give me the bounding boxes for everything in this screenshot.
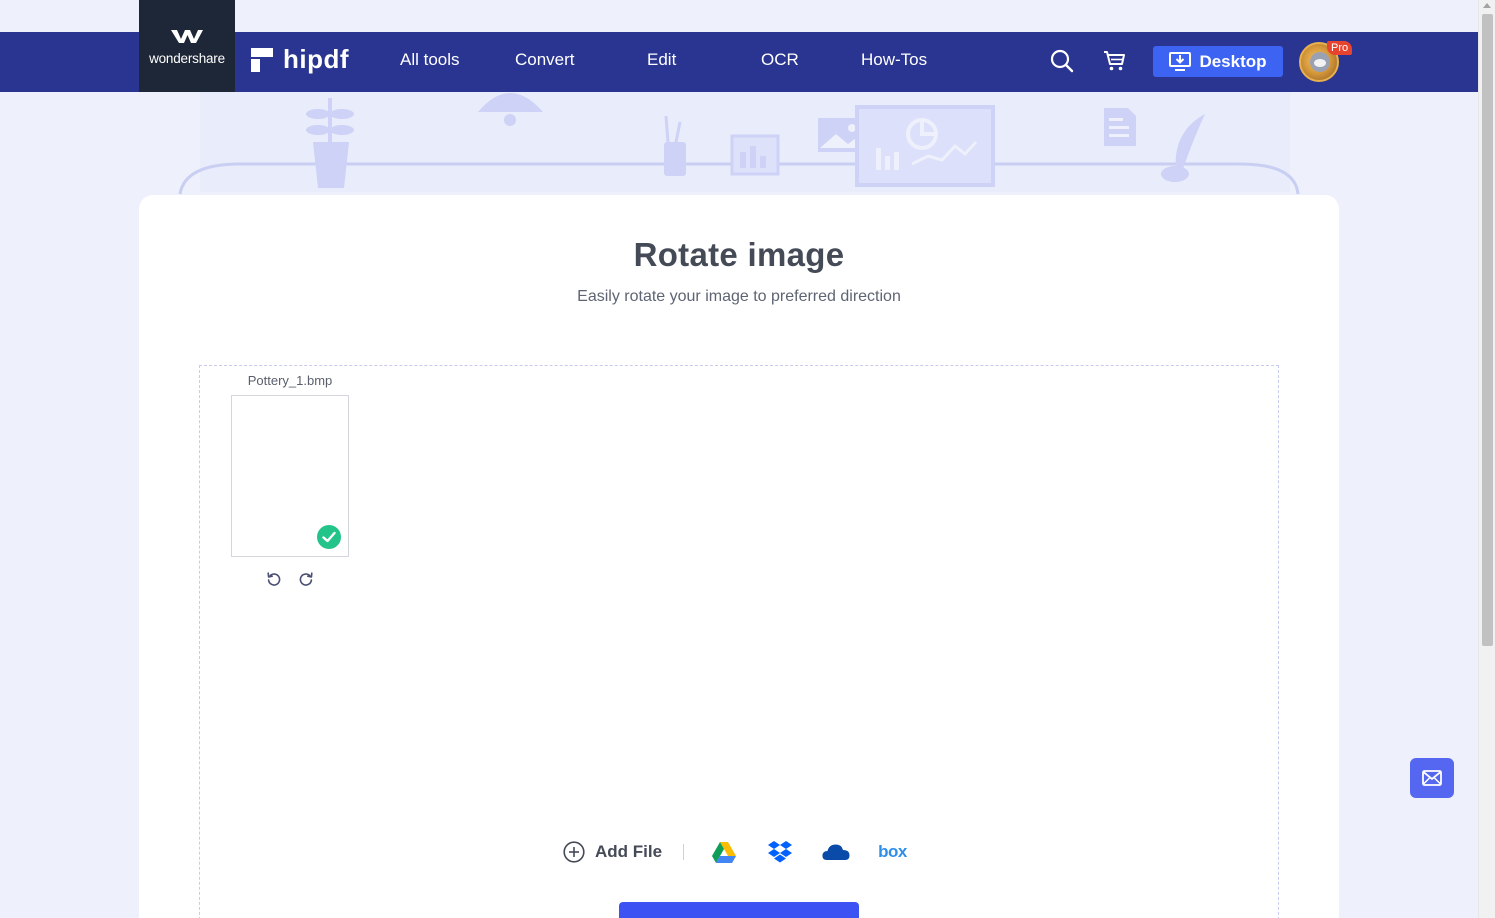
onedrive-icon [822,844,850,860]
upload-success-icon [317,525,341,549]
scrollbar-thumb[interactable] [1482,14,1493,646]
desktop-download-button[interactable]: Desktop [1153,46,1283,77]
desktop-download-icon [1169,51,1192,71]
page-title: Rotate image [633,236,845,273]
nav-convert[interactable]: Convert [515,50,575,70]
wondershare-mark-icon [171,29,203,43]
add-file-label: Add File [595,842,663,861]
nav-edit[interactable]: Edit [647,50,676,70]
onedrive-button[interactable] [822,840,850,864]
whiteboard-icon [730,134,780,176]
nav-ocr[interactable]: OCR [761,50,799,70]
file-dropzone[interactable] [199,365,1279,918]
toolbar-divider [683,844,685,860]
document-icon [1104,108,1136,146]
rotate-submit-button[interactable] [619,902,859,918]
rotate-left-icon[interactable] [266,571,282,587]
cart-icon[interactable] [1103,50,1127,72]
avatar-face [1310,52,1330,72]
google-drive-button[interactable] [710,840,738,864]
feedback-button[interactable] [1410,758,1454,798]
dropbox-icon [768,841,793,863]
wondershare-text: wondershare [149,50,225,66]
search-icon[interactable] [1050,49,1074,73]
checkmark-icon [322,531,336,543]
page-subtitle: Easily rotate your image to preferred di… [577,288,901,305]
box-button[interactable]: box [878,842,907,862]
hipdf-text: hipdf [283,44,350,74]
google-drive-icon [712,841,737,863]
vertical-scrollbar[interactable] [1478,0,1495,918]
mail-icon [1422,770,1442,786]
scroll-up-arrow-icon[interactable] [1483,3,1491,8]
rotate-right-icon[interactable] [298,571,314,587]
banner-illustration [178,92,1300,195]
dropbox-button[interactable] [766,840,794,864]
desktop-button-label: Desktop [1199,51,1267,71]
page: wondershare hipdf All tools Convert Edit… [0,0,1495,918]
nav-how-tos[interactable]: How-Tos [861,50,927,70]
pro-badge: Pro [1327,41,1353,55]
hipdf-mark-icon [251,47,273,72]
file-name-label: Pottery_1.bmp [247,373,333,388]
add-file-button[interactable]: Add File [563,841,662,863]
wondershare-logo[interactable]: wondershare [139,0,235,92]
add-file-toolbar: Add File box [563,838,907,866]
dashboard-monitor-icon [855,105,995,187]
add-circle-icon [563,841,585,863]
hipdf-logo[interactable]: hipdf [251,44,349,75]
nav-all-tools[interactable]: All tools [400,50,460,70]
